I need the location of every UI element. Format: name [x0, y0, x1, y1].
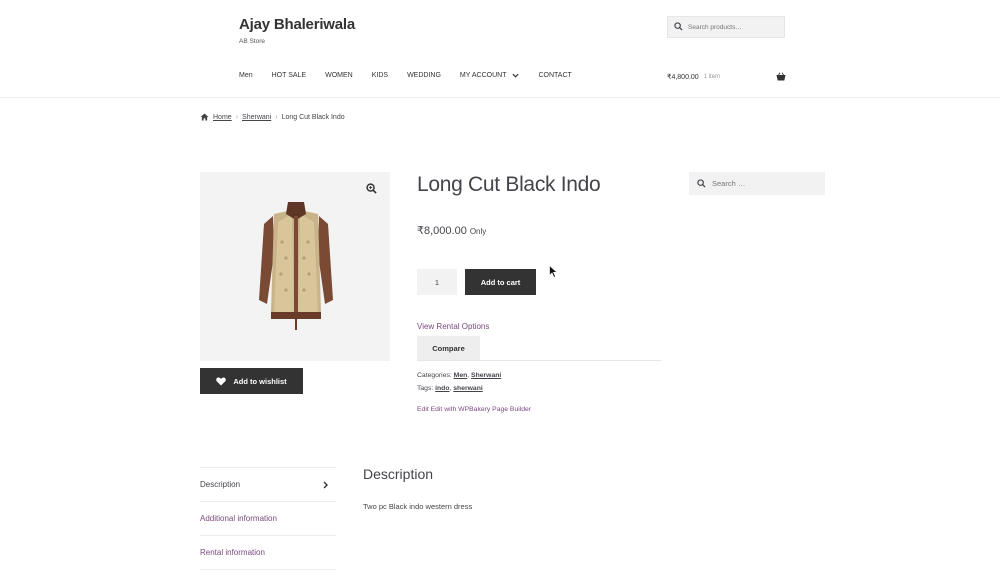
- header-divider: [0, 97, 1000, 98]
- cart-count: 1 item: [703, 73, 721, 80]
- breadcrumb-separator: ›: [235, 113, 239, 121]
- product-tabs: Description Additional information Renta…: [200, 467, 336, 570]
- nav-item-label: WOMEN: [325, 72, 353, 79]
- nav-item-hot-sale[interactable]: HOT SALE: [272, 72, 307, 79]
- header-cart[interactable]: ₹4,800.00 1 item: [667, 72, 786, 81]
- tab-label: Rental information: [200, 548, 265, 557]
- search-icon: [697, 179, 706, 188]
- zoom-icon[interactable]: [366, 183, 378, 195]
- primary-nav: Men HOT SALE WOMEN KIDS WEDDING MY ACCOU…: [239, 72, 591, 79]
- breadcrumb-separator: ›: [275, 113, 278, 121]
- tab-additional-information[interactable]: Additional information: [200, 502, 336, 536]
- breadcrumb-category-link[interactable]: Sherwani: [242, 114, 271, 121]
- home-icon: [200, 113, 209, 121]
- cursor-icon: [549, 265, 558, 278]
- nav-item-label: Men: [239, 72, 253, 79]
- search-icon: [674, 22, 684, 32]
- nav-item-men[interactable]: Men: [239, 72, 253, 79]
- product-tags: Tags: indo, sherwani: [417, 385, 483, 392]
- nav-item-label: KIDS: [371, 72, 389, 79]
- view-rental-options-link[interactable]: View Rental Options: [417, 322, 489, 331]
- sidebar-search[interactable]: [689, 172, 825, 195]
- site-title[interactable]: Ajay Bhaleriwala: [239, 16, 355, 33]
- edit-with-wpbakery-link[interactable]: Edit Edit with WPBakery Page Builder: [417, 406, 531, 413]
- header-search[interactable]: [667, 16, 785, 38]
- product-categories: Categories: Men, Sherwani: [417, 372, 502, 379]
- categories-label: Categories:: [417, 372, 452, 379]
- nav-item-label: MY ACCOUNT: [459, 72, 507, 79]
- sidebar-search-input[interactable]: [712, 179, 812, 188]
- product-image[interactable]: [200, 172, 390, 361]
- wishlist-label: Add to wishlist: [233, 376, 287, 386]
- tab-rental-information[interactable]: Rental information: [200, 536, 336, 570]
- site-tagline: AB Store: [239, 38, 266, 45]
- header-search-input[interactable]: [688, 23, 778, 31]
- tab-description[interactable]: Description: [200, 467, 336, 502]
- heart-icon: [216, 377, 227, 386]
- nav-item-label: WEDDING: [407, 72, 441, 79]
- tab-label: Additional information: [200, 514, 277, 523]
- basket-icon[interactable]: [776, 72, 786, 81]
- tab-panel-text: Two pc Black indo western dress: [363, 502, 473, 511]
- tab-label: Description: [200, 480, 241, 489]
- tags-label: Tags:: [417, 385, 434, 392]
- quantity-input[interactable]: 1: [417, 269, 457, 295]
- summary-divider: [417, 360, 661, 361]
- nav-item-label: HOT SALE: [271, 72, 307, 79]
- nav-item-women[interactable]: WOMEN: [325, 72, 353, 79]
- chevron-down-icon: [512, 73, 520, 78]
- breadcrumb-current: Long Cut Black Indo: [281, 113, 345, 121]
- add-to-cart-button[interactable]: Add to cart: [465, 269, 536, 295]
- category-link-sherwani[interactable]: Sherwani: [471, 372, 501, 379]
- nav-item-my-account[interactable]: MY ACCOUNT: [460, 72, 520, 79]
- price-amount: ₹8,000.00: [417, 225, 467, 237]
- chevron-right-icon: [323, 481, 328, 489]
- tag-link-sherwani[interactable]: sherwani: [453, 385, 482, 392]
- nav-item-contact[interactable]: CONTACT: [538, 72, 571, 79]
- sherwani-illustration: [259, 202, 333, 330]
- product-title: Long Cut Black Indo: [417, 173, 601, 196]
- nav-item-kids[interactable]: KIDS: [372, 72, 388, 79]
- add-to-wishlist-button[interactable]: Add to wishlist: [200, 368, 303, 394]
- breadcrumb: Home › Sherwani › Long Cut Black Indo: [200, 113, 345, 121]
- category-link-men[interactable]: Men: [454, 372, 468, 379]
- breadcrumb-home-link[interactable]: Home: [213, 114, 232, 121]
- quantity-value: 1: [434, 277, 440, 287]
- cart-amount: ₹4,800.00: [667, 73, 699, 81]
- price-suffix: Only: [469, 227, 487, 236]
- tag-link-indo[interactable]: indo: [435, 385, 449, 392]
- nav-item-wedding[interactable]: WEDDING: [407, 72, 441, 79]
- nav-item-label: CONTACT: [538, 72, 572, 79]
- compare-button[interactable]: Compare: [417, 336, 480, 360]
- tab-panel-title: Description: [363, 466, 434, 482]
- product-price: ₹8,000.00 Only: [417, 224, 486, 237]
